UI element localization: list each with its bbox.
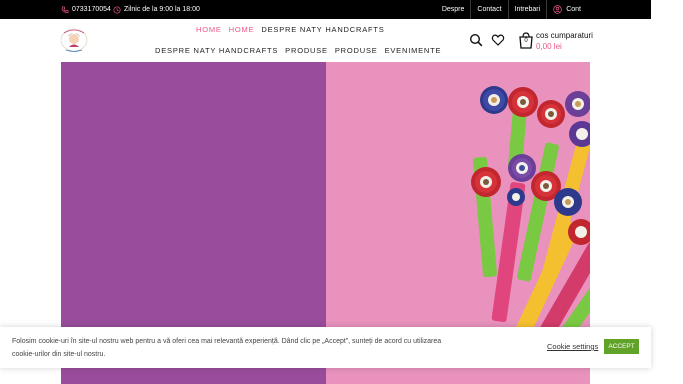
phone-icon [61,5,69,13]
cart-count: 0 [524,38,528,44]
account-label: Cont [566,6,581,13]
nav-home[interactable]: HOME [196,25,222,34]
link-despre[interactable]: Despre [436,0,471,19]
phone-contact[interactable]: 0733170054 [61,0,111,19]
cart-total: 0,00 lei [536,42,562,51]
main-nav-row1: HOME HOME DESPRE NATY HANDCRAFTS [196,25,385,34]
top-bar: 0733170054 Zilnic de la 9:00 la 18:00 De… [0,0,651,19]
nav-despre-2[interactable]: DESPRE NATY HANDCRAFTS [155,46,278,55]
main-nav-row2: DESPRE NATY HANDCRAFTS PRODUSE PRODUSE E… [155,46,441,55]
cookie-banner: Folosim cookie-uri în site-ul nostru web… [0,327,651,368]
link-account[interactable]: Cont [546,0,651,19]
nav-evenimente[interactable]: EVENIMENTE [385,46,442,55]
link-intrebari[interactable]: Intrebari [507,0,547,19]
search-icon[interactable] [469,33,483,47]
nav-produse[interactable]: PRODUSE [285,46,328,55]
cookie-settings-link[interactable]: Cookie settings [547,342,598,351]
cart-summary[interactable]: cos cumparaturi 0,00 lei [536,30,593,52]
nav-home-2[interactable]: HOME [229,25,255,34]
logo[interactable] [60,27,88,53]
phone-number: 0733170054 [72,6,111,13]
nav-produse-2[interactable]: PRODUSE [335,46,378,55]
hours-text: Zilnic de la 9:00 la 18:00 [124,6,200,13]
top-links: Despre Contact Intrebari Cont [436,0,651,19]
heart-icon[interactable] [491,33,505,47]
cookie-accept-button[interactable]: ACCEPT [604,339,639,354]
clock-icon [113,5,121,14]
nav-despre[interactable]: DESPRE NATY HANDCRAFTS [261,25,384,34]
link-contact[interactable]: Contact [470,0,507,19]
page: 0733170054 Zilnic de la 9:00 la 18:00 De… [0,0,683,384]
opening-hours: Zilnic de la 9:00 la 18:00 [113,0,200,19]
user-icon [553,5,562,14]
cart-button[interactable]: 0 [518,32,534,49]
cookie-text: Folosim cookie-uri în site-ul nostru web… [12,338,442,358]
header-icons [469,33,505,47]
cart-label: cos cumparaturi [536,31,593,40]
